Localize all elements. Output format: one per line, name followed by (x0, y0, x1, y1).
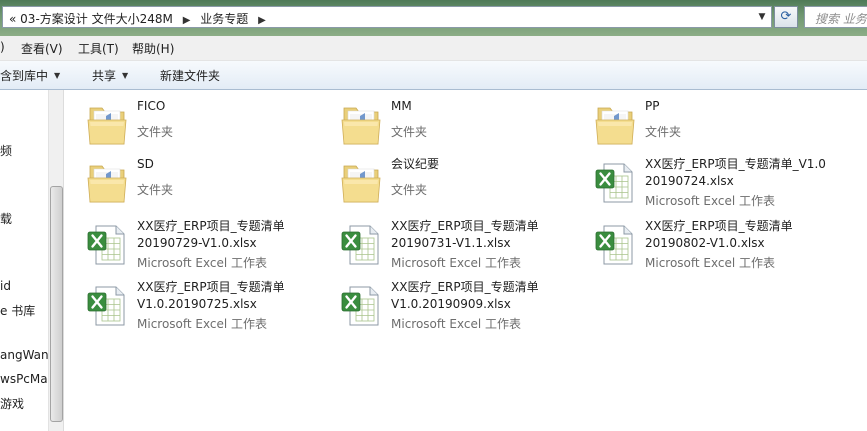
file-name: XX医疗_ERP项目_专题清单 V1.0.20190909.xlsx (391, 279, 591, 313)
file-name-line: V1.0.20190725.xlsx (137, 297, 257, 311)
include-in-library-label: 含到库中 (0, 69, 49, 83)
include-in-library-button[interactable]: 含到库中 ▼ (0, 67, 60, 84)
file-name-line: 20190729-V1.0.xlsx (137, 236, 257, 250)
file-name: SD (137, 157, 154, 171)
file-name-line: XX医疗_ERP项目_专题清单 (137, 219, 285, 233)
search-placeholder: 搜索 业务 (815, 12, 867, 26)
file-item-folder-pp[interactable]: PP 文件夹 (572, 94, 822, 150)
command-toolbar: 含到库中 ▼ 共享 ▼ 新建文件夹 (0, 61, 867, 90)
file-name-line: XX医疗_ERP项目_专题清单 (645, 219, 793, 233)
file-name: FICO (137, 99, 166, 113)
breadcrumb-item-design[interactable]: 03-方案设计 文件大小248M (20, 12, 173, 26)
file-type: 文件夹 (391, 183, 428, 197)
folder-icon (592, 102, 638, 148)
excel-file-icon (338, 222, 384, 268)
breadcrumb-overflow-icon[interactable]: « (9, 12, 16, 26)
breadcrumb-item-business[interactable]: 业务专题 (200, 12, 248, 26)
file-name-line: XX医疗_ERP项目_专题清单 (137, 280, 285, 294)
folder-icon (338, 160, 384, 206)
nav-item[interactable]: e 书库 (0, 302, 35, 319)
address-dropdown-icon[interactable]: ▼ (755, 10, 769, 24)
file-item-excel[interactable]: XX医疗_ERP项目_专题清单 20190729-V1.0.xlsx Micro… (64, 214, 314, 270)
nav-item[interactable]: angWan (0, 348, 49, 362)
refresh-icon: ⟳ (780, 9, 792, 24)
file-type: 文件夹 (645, 125, 682, 139)
file-name: XX医疗_ERP项目_专题清单 20190802-V1.0.xlsx (645, 218, 845, 252)
file-name-line: 20190731-V1.1.xlsx (391, 236, 511, 250)
file-item-folder-sd[interactable]: SD 文件夹 (64, 152, 314, 208)
folder-icon (338, 102, 384, 148)
search-input[interactable]: 搜索 业务 (804, 6, 867, 28)
dropdown-arrow-icon: ▼ (54, 71, 61, 80)
menu-item-view[interactable]: 查看(V) (21, 40, 63, 57)
file-type: Microsoft Excel 工作表 (391, 256, 522, 270)
file-item-excel[interactable]: XX医疗_ERP项目_专题清单 20190802-V1.0.xlsx Micro… (572, 214, 822, 270)
file-item-folder-meeting-notes[interactable]: 会议纪要 文件夹 (318, 152, 568, 208)
folder-icon (84, 160, 130, 206)
file-name-line: 20190724.xlsx (645, 174, 734, 188)
file-item-excel[interactable]: XX医疗_ERP项目_专题清单 20190731-V1.1.xlsx Micro… (318, 214, 568, 270)
file-name-line: 20190802-V1.0.xlsx (645, 236, 765, 250)
menu-item-partial[interactable]: ) (0, 40, 5, 54)
excel-file-icon (84, 222, 130, 268)
new-folder-button[interactable]: 新建文件夹 (160, 67, 220, 84)
file-item-excel[interactable]: XX医疗_ERP项目_专题清单_V1.0 20190724.xlsx Micro… (572, 152, 826, 208)
excel-file-icon (84, 283, 130, 329)
file-type: Microsoft Excel 工作表 (645, 194, 776, 208)
file-name: XX医疗_ERP项目_专题清单_V1.0 20190724.xlsx (645, 156, 845, 190)
file-type: Microsoft Excel 工作表 (137, 317, 268, 331)
file-name: PP (645, 99, 660, 113)
breadcrumb: « 03-方案设计 文件大小248M ▶ 业务专题 ▶ (9, 10, 272, 27)
navigation-scrollbar[interactable] (48, 90, 64, 431)
scrollbar-thumb[interactable] (50, 186, 63, 422)
address-bar-area: « 03-方案设计 文件大小248M ▶ 业务专题 ▶ ▼ ⟳ 搜索 业务 (0, 0, 867, 36)
dropdown-arrow-icon: ▼ (122, 71, 129, 80)
file-item-excel[interactable]: XX医疗_ERP项目_专题清单 V1.0.20190909.xlsx Micro… (318, 275, 568, 331)
file-name-line: V1.0.20190909.xlsx (391, 297, 511, 311)
folder-icon (84, 102, 130, 148)
menu-item-help[interactable]: 帮助(H) (132, 40, 174, 57)
breadcrumb-chevron-icon[interactable]: ▶ (183, 15, 191, 26)
nav-item[interactable]: 频 (0, 142, 12, 159)
nav-item[interactable]: 游戏 (0, 395, 24, 412)
share-button[interactable]: 共享 ▼ (92, 67, 128, 84)
file-type: Microsoft Excel 工作表 (137, 256, 268, 270)
menu-bar: ) 查看(V) 工具(T) 帮助(H) (0, 36, 867, 61)
file-name: 会议纪要 (391, 157, 440, 171)
excel-file-icon (592, 160, 638, 206)
nav-item[interactable]: wsPcMa (0, 372, 48, 386)
file-name-line: XX医疗_ERP项目_专题清单 (391, 280, 539, 294)
nav-item[interactable]: id (0, 279, 11, 293)
file-name: XX医疗_ERP项目_专题清单 20190729-V1.0.xlsx (137, 218, 337, 252)
nav-item[interactable]: 载 (0, 210, 12, 227)
file-type: Microsoft Excel 工作表 (645, 256, 776, 270)
file-item-excel[interactable]: XX医疗_ERP项目_专题清单 V1.0.20190725.xlsx Micro… (64, 275, 314, 331)
excel-file-icon (338, 283, 384, 329)
file-item-folder-mm[interactable]: MM 文件夹 (318, 94, 568, 150)
navigation-pane: 频 载 id e 书库 angWan wsPcMa 游戏 (0, 90, 49, 431)
file-name-line: XX医疗_ERP项目_专题清单_V1.0 (645, 157, 826, 171)
address-bar[interactable]: « 03-方案设计 文件大小248M ▶ 业务专题 ▶ ▼ (2, 6, 772, 28)
file-list: FICO 文件夹 MM 文件夹 PP 文件夹 SD 文件夹 会议纪要 文件夹 X… (64, 90, 867, 431)
file-type: 文件夹 (391, 125, 428, 139)
share-label: 共享 (92, 69, 117, 83)
file-name: XX医疗_ERP项目_专题清单 20190731-V1.1.xlsx (391, 218, 591, 252)
menu-item-tools[interactable]: 工具(T) (78, 40, 119, 57)
file-type: 文件夹 (137, 125, 174, 139)
file-name-line: XX医疗_ERP项目_专题清单 (391, 219, 539, 233)
file-item-folder-fico[interactable]: FICO 文件夹 (64, 94, 314, 150)
excel-file-icon (592, 222, 638, 268)
file-type: 文件夹 (137, 183, 174, 197)
file-type: Microsoft Excel 工作表 (391, 317, 522, 331)
file-name: XX医疗_ERP项目_专题清单 V1.0.20190725.xlsx (137, 279, 337, 313)
refresh-button[interactable]: ⟳ (774, 6, 798, 28)
breadcrumb-chevron-icon[interactable]: ▶ (258, 15, 266, 26)
file-name: MM (391, 99, 412, 113)
